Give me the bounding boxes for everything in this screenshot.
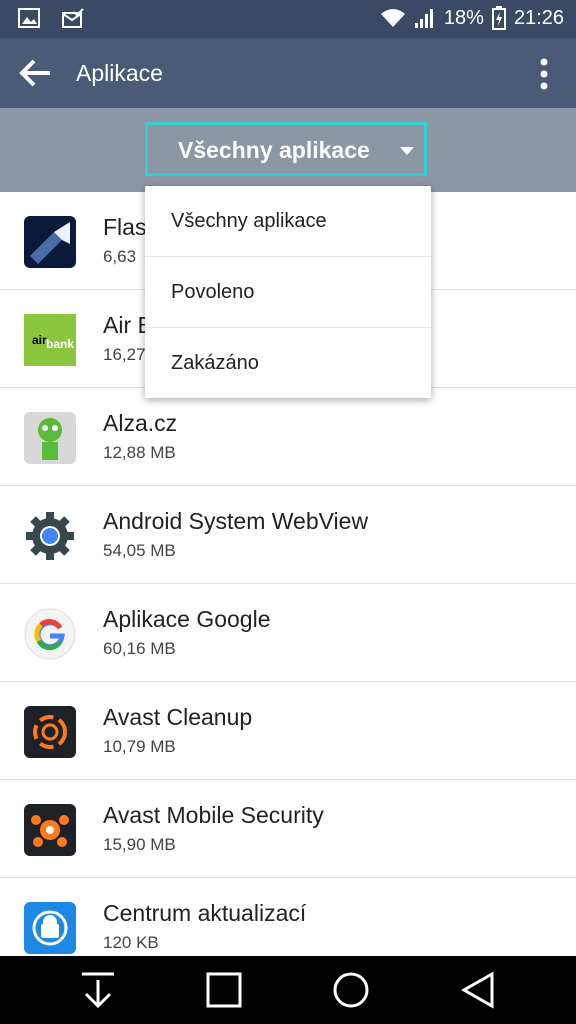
avast-cleanup-icon [24,706,76,758]
app-row-webview[interactable]: Android System WebView 54,05 MB [0,486,576,584]
filter-option-all[interactable]: Všechny aplikace [145,186,431,256]
app-filter-dropdown[interactable]: Všechny aplikace [145,122,427,176]
webview-gear-icon [26,512,74,560]
gallery-notification-icon [18,8,40,28]
wifi-icon [380,9,405,27]
app-name: Avast Cleanup [103,704,253,730]
app-row-google[interactable]: Aplikace Google 60,16 MB [0,584,576,682]
option-label: Povoleno [171,281,255,303]
mail-check-notification-icon [62,8,84,28]
app-name: Alza.cz [103,410,178,436]
app-size: 12,88 MB [103,443,176,462]
google-icon [24,608,76,660]
flashlight-icon [24,216,76,268]
app-name: Android System WebView [103,508,369,534]
signal-icon [414,9,433,28]
notification-pull-down-icon[interactable] [78,970,118,1010]
app-size: 54,05 MB [103,541,176,560]
app-row-alza[interactable]: Alza.cz 12,88 MB [0,388,576,486]
app-row-avast-security[interactable]: Avast Mobile Security 15,90 MB [0,780,576,878]
app-size: 10,79 MB [103,737,176,756]
app-size: 15,90 MB [103,835,176,854]
app-name: Aplikace Google [103,606,271,632]
filter-option-disabled[interactable]: Zakázáno [145,328,431,398]
filter-selected-label: Všechny aplikace [178,137,370,163]
navigation-bar [0,956,576,1024]
app-name: Flas [103,214,147,240]
filter-dropdown-menu: Všechny aplikace Povoleno Zakázáno [145,186,431,398]
option-label: Všechny aplikace [171,210,327,232]
home-icon[interactable] [331,970,371,1010]
alza-icon [24,412,76,464]
app-name: Avast Mobile Security [103,802,324,828]
option-label: Zakázáno [171,352,259,374]
back-arrow-icon[interactable] [18,58,52,88]
recent-apps-icon[interactable] [204,970,244,1010]
status-bar: 18% 21:26 [0,0,576,38]
battery-charging-icon [491,6,506,30]
app-bar: Aplikace [0,38,576,108]
svg-text:bank: bank [46,337,74,351]
app-size: 16,27 [103,345,146,364]
dropdown-arrow-icon [400,147,414,155]
airbank-icon: air bank [24,314,76,366]
battery-percent: 18% [443,6,484,29]
back-triangle-icon[interactable] [458,970,498,1010]
update-center-icon [24,902,76,954]
filter-option-enabled[interactable]: Povoleno [145,257,431,327]
app-size: 6,63 [103,247,137,266]
avast-security-icon [24,804,76,856]
app-size: 120 KB [103,933,159,952]
page-title: Aplikace [76,60,163,86]
svg-text:air: air [32,333,47,347]
app-size: 60,16 MB [103,639,176,658]
app-name: Centrum aktualizací [103,900,307,926]
clock: 21:26 [513,6,564,29]
app-row-avast-cleanup[interactable]: Avast Cleanup 10,79 MB [0,682,576,780]
more-options-icon[interactable] [540,58,548,90]
